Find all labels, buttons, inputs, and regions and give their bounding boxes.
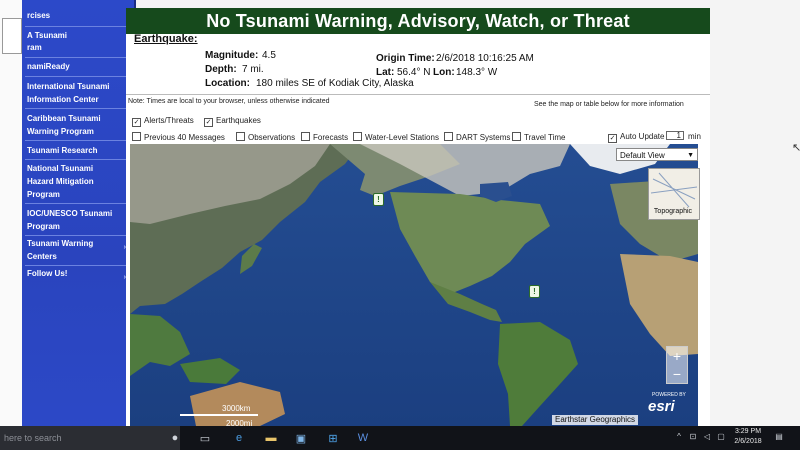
windows-logo-icon[interactable]: ⊞ [326, 432, 340, 445]
depth-value: 7 mi. [242, 64, 264, 75]
checkbox-icon [132, 132, 141, 141]
sidebar-item-ioc-unesco[interactable]: IOC/UNESCO Tsunami [22, 208, 134, 220]
magnitude-label: Magnitude: [205, 50, 259, 61]
clock-date: 2/6/2018 [734, 438, 762, 445]
chevron-up-icon[interactable]: ^ [672, 432, 686, 441]
background-window [0, 0, 22, 436]
taskbar-clock[interactable]: 3:29 PM 2/6/2018 [726, 427, 770, 447]
location-label: Location: [205, 78, 250, 89]
checkbox-icon [236, 132, 245, 141]
sidebar-item-tsunami-research[interactable]: Tsunami Research [22, 145, 134, 157]
zoom-in-button[interactable]: + [667, 347, 687, 365]
lat-value: 56.4° N [397, 67, 431, 78]
forecasts-checkbox[interactable]: Forecasts [301, 132, 348, 142]
status-banner: No Tsunami Warning, Advisory, Watch, or … [126, 8, 710, 34]
chevron-down-icon: ▼ [687, 152, 694, 159]
checkbox-icon [444, 132, 453, 141]
location-value: 180 miles SE of Kodiak City, Alaska [256, 78, 414, 89]
word-icon[interactable]: W [356, 432, 370, 444]
sidebar-divider [25, 108, 129, 109]
checkbox-checked-icon: ✓ [204, 118, 213, 127]
zoom-out-button[interactable]: − [667, 365, 687, 383]
sidebar-item-nthmp-2[interactable]: Hazard Mitigation [22, 176, 134, 188]
clock-time: 3:29 PM [734, 428, 762, 435]
sidebar-divider [25, 203, 129, 204]
origin-time-value: 2/6/2018 10:16:25 AM [436, 53, 534, 64]
sidebar-item-tsunamiready[interactable]: namiReady [22, 61, 134, 73]
sidebar-item-warning-centers[interactable]: Tsunami Warning › [22, 238, 134, 251]
satellite-basemap [130, 144, 698, 426]
sidebar-divider [25, 57, 129, 58]
default-view-select[interactable]: Default View ▼ [616, 148, 698, 161]
esri-logo: esri [648, 398, 675, 415]
sidebar-item-itic-2[interactable]: Information Center [22, 94, 134, 106]
earthquake-marker-caribbean[interactable]: ! [529, 285, 540, 298]
water-level-checkbox[interactable]: Water-Level Stations [353, 132, 439, 142]
sidebar-item-follow-us[interactable]: Follow Us! › [22, 268, 134, 281]
microphone-icon[interactable]: ● [168, 432, 182, 444]
world-map[interactable]: ! ! [130, 144, 698, 426]
mouse-cursor-icon: ↖ [792, 142, 800, 154]
earthquake-marker-alaska[interactable]: ! [373, 193, 384, 206]
sidebar-item-caribbean-2[interactable]: Warning Program [22, 126, 134, 138]
sidebar-divider [25, 140, 129, 141]
sidebar-item-nthmp-3[interactable]: Program [22, 189, 134, 201]
earthquake-heading: Earthquake: [134, 33, 198, 45]
earthquakes-checkbox[interactable]: ✓ Earthquakes [204, 116, 261, 127]
auto-update-unit: min [688, 132, 701, 141]
speaker-icon[interactable]: ◁ [700, 432, 714, 441]
sidebar-divider [25, 26, 129, 27]
network-icon[interactable]: ⊡ [686, 432, 700, 441]
scale-bar [180, 414, 258, 416]
sidebar-item-tsunami-program[interactable]: A Tsunami [22, 30, 134, 42]
see-map-note: See the map or table below for more info… [534, 101, 684, 108]
sidebar-nav: rcises A Tsunami ram namiReady Internati… [22, 0, 136, 436]
sidebar-item-tsunami-program-2[interactable]: ram [22, 42, 134, 54]
checkbox-icon [353, 132, 362, 141]
local-time-note: Note: Times are local to your browser, u… [128, 98, 330, 105]
sidebar-divider [25, 76, 129, 77]
checkbox-icon [301, 132, 310, 141]
sidebar-item-exercises[interactable]: rcises [22, 10, 134, 22]
sidebar-item-itic[interactable]: International Tsunami [22, 81, 134, 93]
sidebar-item-caribbean[interactable]: Caribbean Tsunami [22, 113, 134, 125]
topographic-thumbnail-icon [650, 172, 698, 208]
file-explorer-icon[interactable]: ▬ [264, 432, 278, 444]
origin-time-label: Origin Time: [376, 53, 435, 64]
lat-label: Lat: [376, 67, 395, 78]
auto-update-checkbox[interactable]: ✓ Auto Update [608, 132, 664, 143]
sidebar-divider [25, 265, 129, 266]
background-window-thumbnail [2, 18, 22, 54]
map-attribution: Earthstar Geographics [552, 415, 639, 425]
sidebar-divider [25, 159, 129, 160]
notifications-icon[interactable]: ▤ [772, 432, 786, 441]
sidebar-item-nthmp[interactable]: National Tsunami [22, 163, 134, 175]
basemap-label: Topographic [653, 208, 693, 215]
zoom-control: + − [666, 346, 688, 384]
taskbar-search[interactable]: here to search [0, 426, 180, 450]
previous-messages-checkbox[interactable]: Previous 40 Messages [132, 132, 225, 142]
magnitude-value: 4.5 [262, 50, 276, 61]
checkbox-icon [512, 132, 521, 141]
dart-checkbox[interactable]: DART Systems [444, 132, 510, 142]
lon-value: 148.3° W [456, 67, 498, 78]
edge-browser-icon[interactable]: e [232, 432, 246, 444]
sidebar-item-warning-centers-2[interactable]: Centers [22, 251, 134, 263]
depth-label: Depth: [205, 64, 237, 75]
alerts-checkbox[interactable]: ✓ Alerts/Threats [132, 116, 194, 127]
travel-time-checkbox[interactable]: Travel Time [512, 132, 566, 142]
checkbox-checked-icon: ✓ [608, 134, 617, 143]
store-icon[interactable]: ▣ [294, 432, 308, 445]
lon-label: Lon: [433, 67, 455, 78]
task-view-icon[interactable]: ▭ [198, 432, 212, 445]
checkbox-checked-icon: ✓ [132, 118, 141, 127]
sidebar-divider [25, 235, 129, 236]
sidebar-item-ioc-unesco-2[interactable]: Program [22, 221, 134, 233]
auto-update-interval-input[interactable]: 1 [666, 131, 684, 140]
observations-checkbox[interactable]: Observations [236, 132, 295, 142]
scale-km-label: 3000km [222, 404, 251, 413]
